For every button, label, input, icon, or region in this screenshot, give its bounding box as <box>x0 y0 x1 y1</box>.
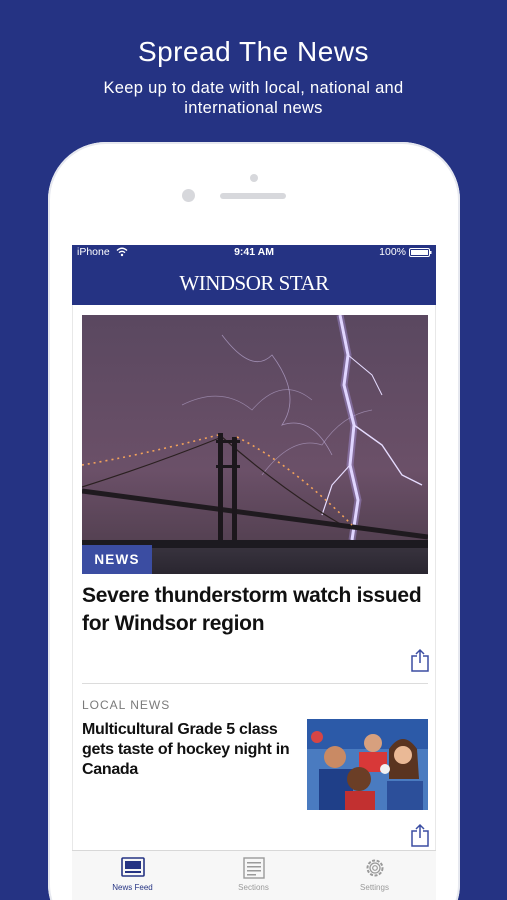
battery-icon <box>409 248 432 257</box>
tab-label: Sections <box>238 883 269 892</box>
second-story-thumbnail[interactable] <box>307 719 428 810</box>
gear-icon <box>366 859 384 877</box>
proximity-sensor <box>250 174 258 182</box>
tab-label: Settings <box>360 883 389 892</box>
news-section-badge[interactable]: NEWS <box>82 545 152 574</box>
front-camera <box>182 189 195 202</box>
lead-story-image[interactable]: NEWS <box>82 315 428 574</box>
tab-sections[interactable]: Sections <box>193 851 314 900</box>
promo-subtitle: Keep up to date with local, national and… <box>103 79 404 117</box>
app-header: WINDSOR STAR <box>72 260 436 305</box>
phone-screen: iPhone 9:41 AM 100% WINDSOR STAR NEWS Se… <box>72 245 436 900</box>
news-feed[interactable]: NEWS Severe thunderstorm watch issued fo… <box>72 305 436 850</box>
share-icon[interactable] <box>410 648 430 672</box>
tab-settings[interactable]: Settings <box>314 851 435 900</box>
hockey-fans-photo <box>307 719 428 810</box>
second-story-section-label[interactable]: LOCAL NEWS <box>82 698 170 712</box>
lead-story-headline[interactable]: Severe thunderstorm watch issued for Win… <box>82 582 428 638</box>
story-divider <box>82 683 428 684</box>
tab-bar: News Feed Sections Settings <box>72 850 436 900</box>
news-feed-icon <box>121 857 145 877</box>
promo-title: Spread The News <box>137 36 370 67</box>
tab-news-feed[interactable]: News Feed <box>72 851 193 900</box>
thunderstorm-bridge-photo <box>82 315 428 574</box>
windsor-star-logo[interactable]: WINDSOR STAR <box>72 271 436 296</box>
sections-icon <box>243 857 265 879</box>
status-battery-percent: 100% <box>379 246 406 258</box>
tab-label: News Feed <box>112 883 153 892</box>
share-icon[interactable] <box>410 823 430 847</box>
earpiece-speaker <box>220 193 286 199</box>
second-story-headline[interactable]: Multicultural Grade 5 class gets taste o… <box>82 720 304 780</box>
status-bar: iPhone 9:41 AM 100% <box>72 245 436 260</box>
